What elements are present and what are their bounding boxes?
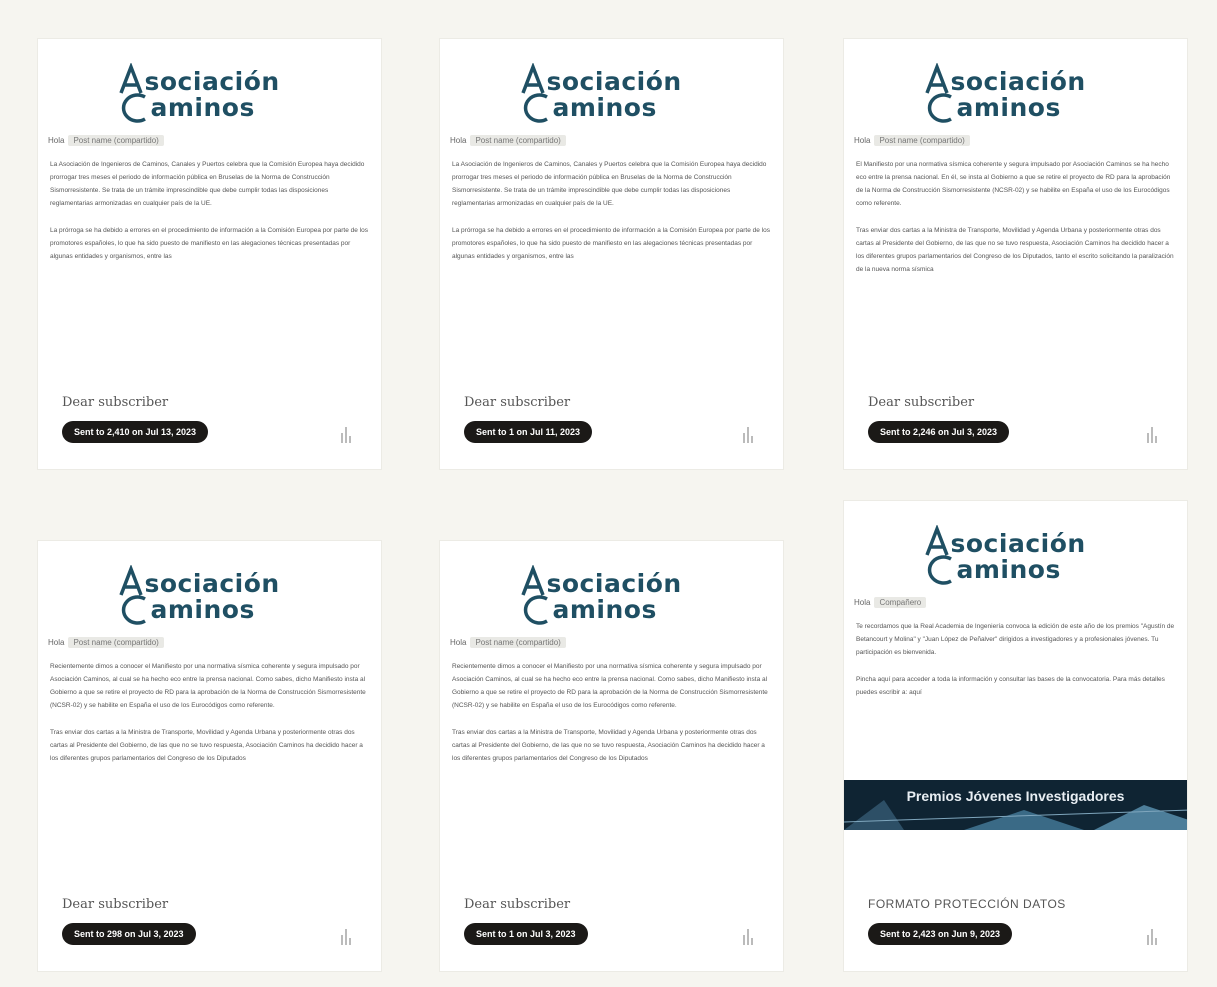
subscriber-greeting: Dear subscriber — [868, 395, 975, 410]
greeting-label: Hola — [450, 136, 467, 145]
greeting-label: Hola — [48, 136, 65, 145]
bar-chart-icon[interactable] — [1145, 425, 1159, 443]
greeting-label: Hola — [854, 598, 871, 607]
card-footer: Dear subscriber Sent to 1 on Jul 3, 2023 — [440, 891, 783, 971]
sent-status-badge[interactable]: Sent to 2,410 on Jul 13, 2023 — [62, 421, 209, 443]
asociacion-caminos-logo: sociación aminos — [921, 525, 1111, 587]
newsletter-card[interactable]: sociación aminos Hola Compañero Te recor… — [843, 500, 1188, 972]
subscriber-greeting: Dear subscriber — [62, 897, 169, 912]
logo-text-top: sociación — [950, 529, 1086, 558]
logo-text-top: sociación — [144, 569, 280, 598]
logo-text-bottom: aminos — [552, 595, 657, 624]
preview-paragraph: Tras enviar dos cartas a la Ministra de … — [856, 227, 1174, 273]
preview-paragraph: El Manifiesto por una normativa sísmica … — [856, 161, 1171, 207]
greeting-line: Hola Post name (compartido) — [450, 135, 783, 146]
card-footer: FORMATO PROTECCIÓN DATOS Sent to 2,423 o… — [844, 891, 1187, 971]
email-preview: La Asociación de Ingenieros de Caminos, … — [452, 158, 771, 343]
card-footer: Dear subscriber Sent to 1 on Jul 11, 202… — [440, 389, 783, 469]
asociacion-caminos-logo: sociación aminos — [115, 63, 305, 125]
email-preview: Recientemente dimos a conocer el Manifie… — [452, 660, 771, 845]
asociacion-caminos-logo: sociación aminos — [921, 63, 1111, 125]
card-footer: Dear subscriber Sent to 298 on Jul 3, 20… — [38, 891, 381, 971]
sent-status-badge[interactable]: Sent to 1 on Jul 11, 2023 — [464, 421, 593, 443]
preview-paragraph: Recientemente dimos a conocer el Manifie… — [452, 663, 768, 709]
newsletter-card[interactable]: sociación aminos Hola Post name (compart… — [439, 540, 784, 972]
logo-text-top: sociación — [144, 67, 280, 96]
logo-text-bottom: aminos — [150, 93, 255, 122]
asociacion-caminos-logo: sociación aminos — [517, 63, 707, 125]
bar-chart-icon[interactable] — [1145, 927, 1159, 945]
preview-paragraph: Recientemente dimos a conocer el Manifie… — [50, 663, 366, 709]
subscriber-greeting: FORMATO PROTECCIÓN DATOS — [868, 897, 1066, 911]
subscriber-greeting: Dear subscriber — [464, 395, 571, 410]
asociacion-caminos-logo: sociación aminos — [517, 565, 707, 627]
logo-text-bottom: aminos — [150, 595, 255, 624]
bar-chart-icon[interactable] — [339, 927, 353, 945]
banner-title: Premios Jóvenes Investigadores — [906, 788, 1125, 804]
logo-text-bottom: aminos — [956, 93, 1061, 122]
bar-chart-icon[interactable] — [741, 927, 755, 945]
preview-paragraph: Tras enviar dos cartas a la Ministra de … — [452, 729, 765, 762]
bar-chart-icon[interactable] — [741, 425, 755, 443]
sent-status-badge[interactable]: Sent to 1 on Jul 3, 2023 — [464, 923, 588, 945]
merge-tag: Compañero — [874, 597, 927, 608]
preview-paragraph: La Asociación de Ingenieros de Caminos, … — [50, 161, 365, 207]
sent-status-badge[interactable]: Sent to 2,423 on Jun 9, 2023 — [868, 923, 1013, 945]
card-footer: Dear subscriber Sent to 2,246 on Jul 3, … — [844, 389, 1187, 469]
merge-tag: Post name (compartido) — [68, 637, 164, 648]
preview-paragraph: Tras enviar dos cartas a la Ministra de … — [50, 729, 363, 762]
email-preview: La Asociación de Ingenieros de Caminos, … — [50, 158, 369, 343]
greeting-line: Hola Post name (compartido) — [48, 637, 381, 648]
newsletter-card[interactable]: sociación aminos Hola Post name (compart… — [37, 540, 382, 972]
merge-tag: Post name (compartido) — [68, 135, 164, 146]
sent-status-badge[interactable]: Sent to 2,246 on Jul 3, 2023 — [868, 421, 1010, 443]
merge-tag: Post name (compartido) — [874, 135, 970, 146]
card-footer: Dear subscriber Sent to 2,410 on Jul 13,… — [38, 389, 381, 469]
subscriber-greeting: Dear subscriber — [464, 897, 571, 912]
logo-text-top: sociación — [546, 569, 682, 598]
logo-text-bottom: aminos — [552, 93, 657, 122]
sent-status-badge[interactable]: Sent to 298 on Jul 3, 2023 — [62, 923, 196, 945]
merge-tag: Post name (compartido) — [470, 637, 566, 648]
email-preview: Te recordamos que la Real Academia de In… — [856, 620, 1175, 770]
subscriber-greeting: Dear subscriber — [62, 395, 169, 410]
newsletter-grid: sociación aminos Hola Post name (compart… — [0, 0, 1217, 987]
preview-paragraph: Pincha aquí para acceder a toda la infor… — [856, 676, 1165, 696]
awards-banner[interactable]: Premios Jóvenes Investigadores — [844, 780, 1187, 830]
email-preview: Recientemente dimos a conocer el Manifie… — [50, 660, 369, 845]
logo-text-top: sociación — [950, 67, 1086, 96]
logo-text-top: sociación — [546, 67, 682, 96]
greeting-line: Hola Compañero — [854, 597, 1187, 608]
greeting-line: Hola Post name (compartido) — [854, 135, 1187, 146]
email-preview: El Manifiesto por una normativa sísmica … — [856, 158, 1175, 343]
asociacion-caminos-logo: sociación aminos — [115, 565, 305, 627]
greeting-label: Hola — [450, 638, 467, 647]
logo-text-bottom: aminos — [956, 555, 1061, 584]
merge-tag: Post name (compartido) — [470, 135, 566, 146]
newsletter-card[interactable]: sociación aminos Hola Post name (compart… — [37, 38, 382, 470]
greeting-line: Hola Post name (compartido) — [48, 135, 381, 146]
preview-paragraph: La Asociación de Ingenieros de Caminos, … — [452, 161, 767, 207]
greeting-line: Hola Post name (compartido) — [450, 637, 783, 648]
preview-paragraph: La prórroga se ha debido a errores en el… — [452, 227, 770, 260]
newsletter-card[interactable]: sociación aminos Hola Post name (compart… — [439, 38, 784, 470]
newsletter-card[interactable]: sociación aminos Hola Post name (compart… — [843, 38, 1188, 470]
greeting-label: Hola — [48, 638, 65, 647]
greeting-label: Hola — [854, 136, 871, 145]
preview-paragraph: Te recordamos que la Real Academia de In… — [856, 623, 1175, 656]
preview-paragraph: La prórroga se ha debido a errores en el… — [50, 227, 368, 260]
bar-chart-icon[interactable] — [339, 425, 353, 443]
